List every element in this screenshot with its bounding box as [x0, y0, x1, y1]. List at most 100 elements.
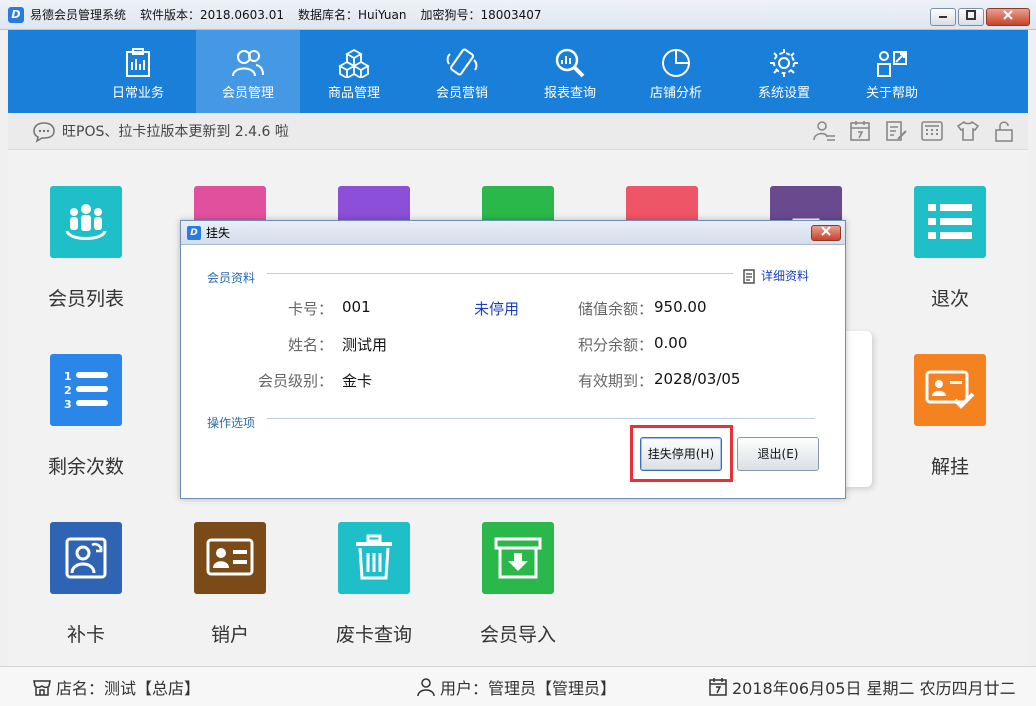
calendar-icon: [850, 121, 870, 141]
section-divider: [267, 273, 733, 274]
section-member-info: 会员资料: [207, 271, 256, 285]
nav-label: 关于帮助: [865, 86, 918, 101]
tile-remaining-times[interactable]: 123 剩余次数: [14, 318, 158, 478]
user-info: 用户：管理员【管理员】: [416, 675, 616, 699]
tile-label: 退次: [930, 288, 969, 310]
nav-label: 会员管理: [221, 86, 274, 101]
nav-about-help[interactable]: 关于帮助: [840, 30, 944, 113]
document-icon: [743, 268, 755, 284]
card-status: 未停用: [474, 300, 520, 318]
window-close-button[interactable]: [986, 8, 1030, 26]
minimize-icon: [939, 16, 947, 18]
balance-value: 950.00: [654, 298, 707, 316]
section-operation-options: 操作选项: [207, 416, 256, 430]
gear-icon: [770, 49, 798, 77]
minimize-button[interactable]: [930, 8, 956, 26]
nav-product-management[interactable]: 商品管理: [302, 30, 406, 113]
svg-text:3: 3: [64, 398, 72, 411]
nav-member-marketing[interactable]: 会员营销: [410, 30, 514, 113]
expiry-value: 2028/03/05: [654, 370, 741, 388]
card-number-label: 卡号：: [287, 300, 333, 318]
tile-return-times[interactable]: 退次: [878, 150, 1022, 310]
card-number-value: 001: [342, 298, 371, 316]
user-name: 用户：管理员【管理员】: [440, 679, 617, 698]
lock-tool[interactable]: [992, 119, 1016, 143]
maximize-icon: [966, 10, 976, 20]
store-info: 店名：测试【总店】: [32, 675, 200, 699]
search-chart-icon: [555, 48, 585, 78]
nav-report-query[interactable]: 报表查询: [518, 30, 622, 113]
nav-member-management[interactable]: 会员管理: [196, 30, 300, 113]
points-label: 积分余额：: [577, 336, 653, 354]
member-name-value: 测试用: [342, 336, 388, 354]
nav-daily-business[interactable]: 日常业务: [86, 30, 190, 113]
window-titlebar: D 易德会员管理系统 软件版本：2018.0603.01 数据库名：HuiYua…: [0, 0, 1036, 30]
users-icon: [232, 50, 264, 77]
nav-system-settings[interactable]: 系统设置: [732, 30, 836, 113]
chat-bubble-icon: [33, 122, 55, 143]
clipboard-icon: [126, 48, 150, 77]
tile-label: 解挂: [930, 456, 969, 478]
calendar-tool[interactable]: [848, 119, 872, 143]
cubes-icon: [338, 48, 370, 78]
nav-label: 报表查询: [543, 86, 596, 101]
shirt-tool[interactable]: [956, 119, 980, 143]
nav-label: 会员营销: [435, 86, 488, 101]
nav-label: 店铺分析: [649, 86, 702, 101]
import-box-icon: [482, 522, 554, 594]
section-divider: [267, 418, 815, 419]
tile-label: 会员导入: [479, 624, 556, 646]
tile-label: 剩余次数: [47, 456, 124, 478]
background-panel: [844, 331, 872, 487]
nav-store-analysis[interactable]: 店铺分析: [624, 30, 728, 113]
dialog-title: 挂失: [206, 226, 231, 240]
nav-label: 商品管理: [327, 86, 380, 101]
tile-close-account[interactable]: 销户: [158, 486, 302, 646]
edit-note-icon: [886, 121, 907, 141]
tile-member-import[interactable]: 会员导入: [446, 486, 590, 646]
dongle-number: 加密狗号：18003407: [420, 8, 542, 22]
phone-icon: [446, 48, 478, 76]
team-icon: [50, 186, 122, 258]
app-logo-icon: D: [187, 225, 201, 240]
main-navigation: 日常业务 会员管理 商品管理 会员营销 报表查询 店铺分析 系统设置 关于帮助: [8, 30, 1028, 113]
date-info: 2018年06月05日 星期二 农历四月廿二: [708, 675, 1016, 699]
member-name-label: 姓名：: [287, 336, 333, 354]
dialog-close-button[interactable]: [811, 225, 841, 241]
tile-label: 补卡: [66, 624, 105, 646]
edit-note-tool[interactable]: [884, 119, 908, 143]
notice-text: 旺POS、拉卡拉版本更新到 2.4.6 啦: [62, 124, 289, 140]
member-level-value: 金卡: [342, 372, 373, 390]
tile-label: 会员列表: [47, 288, 124, 310]
nav-label: 系统设置: [757, 86, 810, 101]
app-name: 易德会员管理系统: [30, 8, 127, 22]
tile-unsuspend[interactable]: 解挂: [878, 318, 1022, 478]
exit-button[interactable]: 退出(E): [737, 437, 819, 471]
store-name: 店名：测试【总店】: [56, 679, 201, 698]
maximize-button[interactable]: [958, 8, 984, 26]
tile-void-card-query[interactable]: 废卡查询: [302, 486, 446, 646]
calendar-icon: [709, 678, 727, 696]
report-loss-button[interactable]: 挂失停用(H): [640, 437, 722, 471]
svg-text:1: 1: [64, 370, 72, 383]
close-icon: [821, 226, 831, 236]
tile-label: 废卡查询: [335, 624, 412, 646]
switch-user-tool[interactable]: [812, 119, 836, 143]
tile-member-list[interactable]: 会员列表: [14, 150, 158, 310]
tile-reissue-card[interactable]: 补卡: [14, 486, 158, 646]
list-icon: [914, 186, 986, 258]
close-icon: [1003, 10, 1013, 20]
app-logo-icon: D: [8, 6, 24, 23]
help-icon: [877, 51, 907, 77]
tile-label: 销户: [210, 624, 249, 646]
points-value: 0.00: [654, 334, 688, 352]
card-check-icon: [914, 354, 986, 426]
detail-info-link[interactable]: 详细资料: [741, 267, 809, 284]
portrait-refresh-icon: [50, 522, 122, 594]
status-bar: 店名：测试【总店】 用户：管理员【管理员】 2018年06月05日 星期二 农历…: [0, 666, 1036, 706]
software-version: 软件版本：2018.0603.01: [140, 8, 284, 22]
current-date: 2018年06月05日 星期二 农历四月廿二: [732, 679, 1016, 698]
report-loss-dialog: D 挂失 会员资料 详细资料 卡号： 001 未停用 储值余额： 950.00 …: [180, 220, 846, 499]
numbered-list-icon: 123: [50, 354, 122, 426]
calculator-tool[interactable]: [920, 119, 944, 143]
